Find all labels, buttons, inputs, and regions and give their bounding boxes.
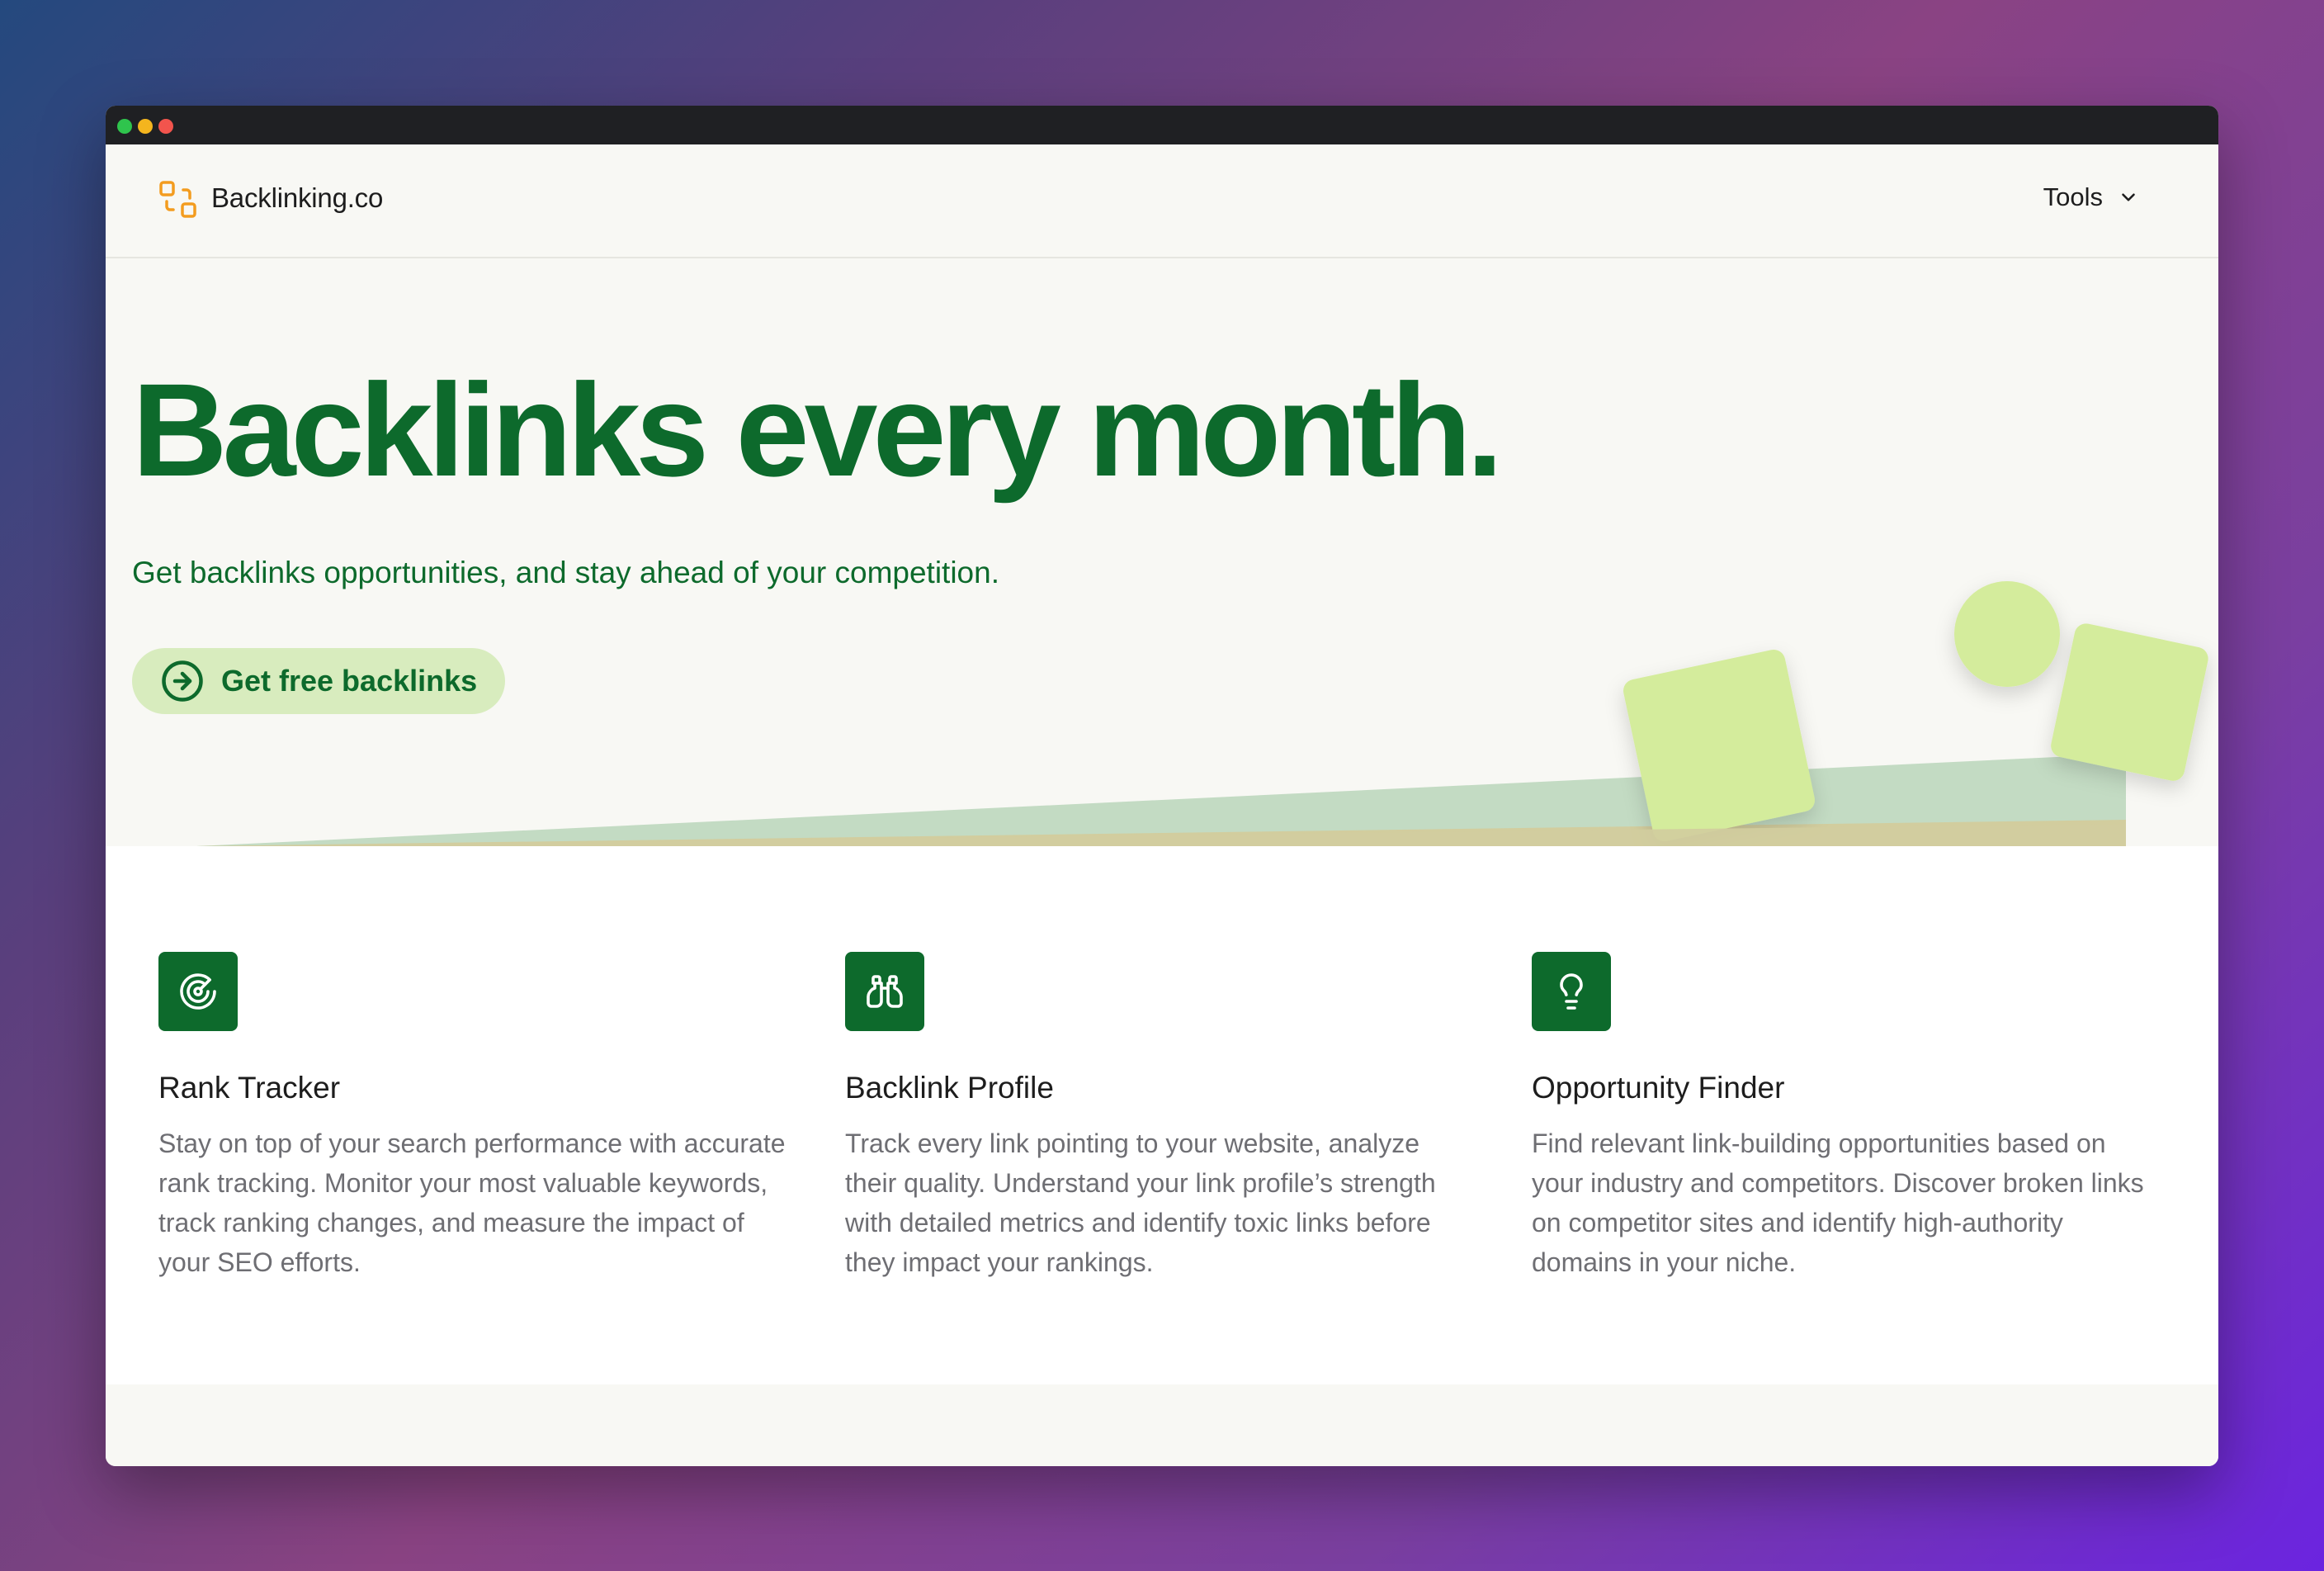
tools-menu[interactable]: Tools [2043, 182, 2139, 212]
hero-square-large [1623, 649, 1816, 842]
rank-tracker-icon-tile [158, 952, 238, 1031]
hero-illustration [196, 581, 2208, 846]
features-section: Rank Tracker Stay on top of your search … [106, 846, 2218, 1384]
cta-label: Get free backlinks [221, 664, 478, 698]
feature-title: Opportunity Finder [1532, 1071, 1785, 1105]
hero-section: Backlinks every month. Get backlinks opp… [106, 258, 2218, 846]
feature-title: Rank Tracker [158, 1071, 341, 1105]
binoculars-icon [867, 975, 903, 1008]
backlink-profile-icon-tile [845, 952, 924, 1031]
arrow-right-circle-icon [162, 660, 203, 702]
chevron-down-icon [2122, 193, 2135, 201]
window-close-button[interactable] [158, 119, 173, 134]
radar-icon [180, 973, 216, 1010]
feature-title: Backlink Profile [845, 1071, 1054, 1105]
brand-name[interactable]: Backlinking.co [211, 182, 383, 214]
feature-description: Stay on top of your search performance w… [158, 1129, 786, 1277]
opportunity-finder-icon-tile [1532, 952, 1611, 1031]
link-squares-icon[interactable] [158, 180, 198, 220]
window-maximize-button[interactable] [117, 119, 132, 134]
hero-subtitle: Get backlinks opportunities, and stay ah… [132, 556, 999, 589]
top-navbar: Backlinking.co Tools [106, 144, 2218, 258]
hero-title: Backlinks every month. [132, 356, 1503, 504]
hero-square-small [2051, 623, 2208, 781]
feature-rank-tracker: Rank Tracker Stay on top of your search … [158, 952, 786, 1282]
lightbulb-icon [1560, 973, 1583, 1010]
tools-menu-label: Tools [2043, 182, 2103, 211]
feature-description: Find relevant link-building opportunitie… [1532, 1129, 2144, 1277]
next-section-peek [106, 1384, 2218, 1466]
window-minimize-button[interactable] [138, 119, 153, 134]
get-free-backlinks-button[interactable]: Get free backlinks [132, 648, 505, 714]
window-titlebar [106, 106, 2218, 144]
feature-backlink-profile: Backlink Profile Track every link pointi… [845, 952, 1472, 1282]
hero-circle [1954, 581, 2060, 687]
feature-description: Track every link pointing to your websit… [845, 1129, 1436, 1277]
feature-opportunity-finder: Opportunity Finder Find relevant link-bu… [1532, 952, 2159, 1282]
browser-window: Backlinking.co Tools Backlinks every mon… [106, 106, 2218, 1466]
